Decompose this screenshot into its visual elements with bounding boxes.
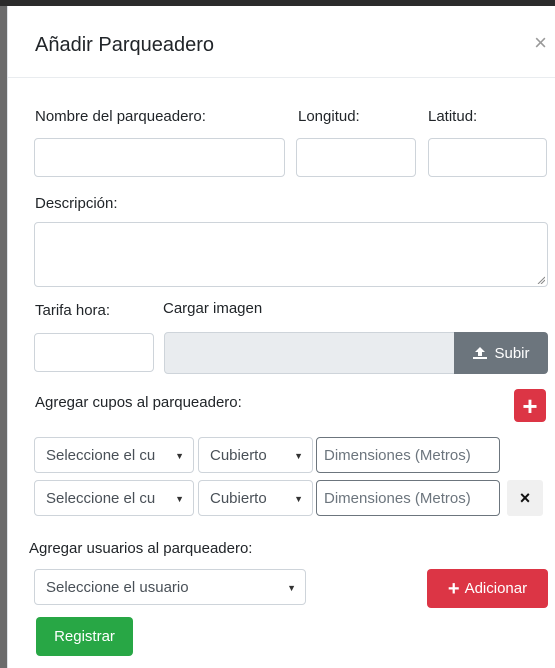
- add-user-label: Adicionar: [464, 580, 528, 597]
- latitude-input[interactable]: [428, 138, 547, 177]
- longitude-label: Longitud:: [298, 108, 360, 125]
- longitude-input[interactable]: [296, 138, 416, 177]
- slot-type-select[interactable]: Seleccione el cu ▼: [34, 437, 194, 473]
- upload-button[interactable]: Subir: [454, 332, 548, 374]
- slot-type-select[interactable]: Seleccione el cu ▼: [34, 480, 194, 516]
- rate-input[interactable]: [34, 333, 154, 372]
- users-label: Agregar usuarios al parqueadero:: [29, 540, 253, 557]
- latitude-label: Latitud:: [428, 108, 478, 125]
- caret-down-icon: ▼: [287, 583, 296, 593]
- name-input[interactable]: [34, 138, 285, 177]
- plus-icon: +: [522, 390, 538, 421]
- caret-down-icon: ▼: [175, 494, 184, 504]
- slot-dimensions-input[interactable]: Dimensiones (Metros): [316, 480, 500, 516]
- upload-icon: [473, 347, 488, 359]
- caret-down-icon: ▼: [294, 451, 303, 461]
- description-label: Descripción:: [35, 195, 118, 212]
- plus-icon: +: [447, 577, 460, 600]
- remove-slot-button[interactable]: ×: [507, 480, 543, 516]
- add-slot-button[interactable]: +: [514, 389, 546, 422]
- slot-cover-select[interactable]: Cubierto ▼: [198, 480, 313, 516]
- image-file-input[interactable]: [164, 332, 455, 374]
- close-icon: ×: [519, 487, 531, 508]
- description-textarea[interactable]: [34, 222, 548, 287]
- caret-down-icon: ▼: [175, 451, 184, 461]
- name-label: Nombre del parqueadero:: [35, 108, 206, 125]
- upload-label: Subir: [494, 344, 530, 362]
- slot-type-value: Seleccione el cu: [46, 489, 156, 507]
- register-button[interactable]: Registrar: [36, 617, 133, 656]
- user-select-value: Seleccione el usuario: [46, 578, 189, 596]
- slot-dimensions-placeholder: Dimensiones (Metros): [324, 489, 471, 507]
- user-select[interactable]: Seleccione el usuario ▼: [34, 569, 306, 605]
- slot-cover-value: Cubierto: [210, 446, 267, 464]
- resize-grip-icon[interactable]: [537, 276, 545, 284]
- add-parking-modal: Añadir Parqueadero × Nombre del parquead…: [7, 6, 555, 668]
- slot-type-value: Seleccione el cu: [46, 446, 156, 464]
- add-user-button[interactable]: + Adicionar: [427, 569, 548, 608]
- slot-cover-value: Cubierto: [210, 489, 267, 507]
- slot-dimensions-input[interactable]: Dimensiones (Metros): [316, 437, 500, 473]
- caret-down-icon: ▼: [294, 494, 303, 504]
- slot-dimensions-placeholder: Dimensiones (Metros): [324, 446, 471, 464]
- modal-header: Añadir Parqueadero ×: [8, 6, 555, 78]
- image-label: Cargar imagen: [163, 300, 263, 317]
- rate-label: Tarifa hora:: [35, 302, 111, 319]
- close-button[interactable]: ×: [534, 32, 547, 54]
- modal-title: Añadir Parqueadero: [35, 34, 215, 56]
- slot-cover-select[interactable]: Cubierto ▼: [198, 437, 313, 473]
- slots-label: Agregar cupos al parqueadero:: [35, 394, 242, 411]
